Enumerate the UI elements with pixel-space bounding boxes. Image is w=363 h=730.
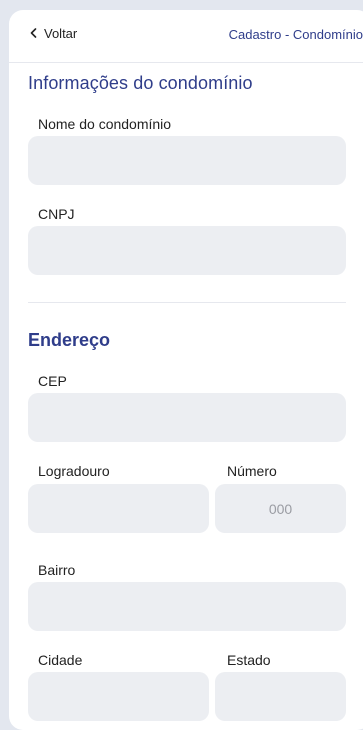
chevron-left-icon [29,26,38,41]
cnpj-label: CNPJ [38,206,75,222]
numero-input[interactable] [215,484,346,533]
nome-input[interactable] [28,136,346,185]
back-label: Voltar [44,26,78,41]
header: Voltar Cadastro - Condomínio [9,10,363,63]
cep-input[interactable] [28,393,346,442]
bairro-label: Bairro [38,562,76,578]
page-title: Cadastro - Condomínio [228,27,363,42]
section-divider [28,302,346,303]
cep-label: CEP [38,373,67,389]
section-title-info: Informações do condomínio [28,73,253,93]
screen: Voltar Cadastro - Condomínio Informações… [9,10,363,730]
cnpj-input[interactable] [28,226,346,275]
cidade-label: Cidade [38,652,83,668]
back-button[interactable]: Voltar [29,26,77,41]
section-title-address: Endereço [28,330,111,350]
cidade-input[interactable] [28,672,209,721]
logradouro-input[interactable] [28,484,209,533]
estado-input[interactable] [215,672,346,721]
bairro-input[interactable] [28,582,346,631]
estado-label: Estado [227,652,271,668]
logradouro-label: Logradouro [38,463,110,479]
numero-label: Número [227,463,277,479]
nome-label: Nome do condomínio [38,116,172,132]
